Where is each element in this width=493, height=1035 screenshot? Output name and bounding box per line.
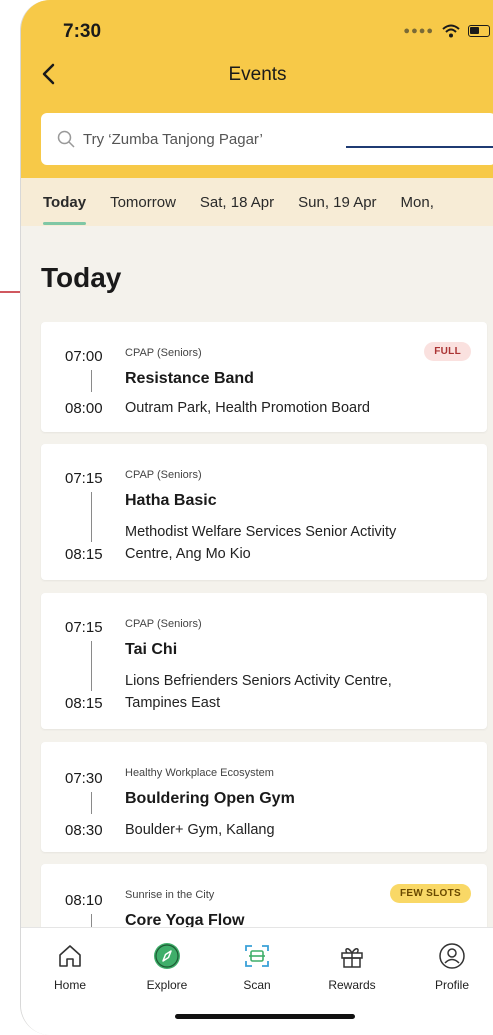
tab-sun-19-apr[interactable]: Sun, 19 Apr — [298, 194, 376, 211]
end-time: 08:30 — [65, 822, 103, 839]
search-input[interactable]: Try ‘Zumba Tanjong Pagar’ — [41, 113, 493, 165]
tab-sat-18-apr[interactable]: Sat, 18 Apr — [200, 194, 274, 211]
gift-icon — [341, 948, 363, 968]
nav-home[interactable]: Home — [35, 942, 105, 992]
tab-mon[interactable]: Mon, — [401, 194, 434, 211]
event-title: Resistance Band — [125, 370, 254, 387]
bottom-nav: Home Explore Scan Rewards Profile — [21, 927, 493, 1035]
event-location-line-2: Centre, Ang Mo Kio — [125, 546, 251, 562]
search-placeholder: Try ‘Zumba Tanjong Pagar’ — [83, 130, 263, 148]
event-location-line-1: Methodist Welfare Services Senior Activi… — [125, 524, 397, 540]
battery-icon — [468, 25, 490, 37]
event-organizer: CPAP (Seniors) — [125, 347, 202, 359]
time-divider — [91, 370, 92, 392]
time-divider — [91, 641, 92, 691]
nav-label: Profile — [434, 978, 469, 992]
status-time: 7:30 — [63, 21, 102, 42]
event-card[interactable]: 07:30 08:30 Healthy Workplace Ecosystem … — [41, 742, 487, 852]
phone-screen: 7:30 ●●●● Events Try ‘Zumba Tanjong Paga… — [20, 0, 493, 1035]
start-time: 07:15 — [65, 619, 103, 636]
search-underline — [346, 146, 493, 148]
nav-rewards[interactable]: Rewards — [317, 942, 387, 992]
home-indicator — [175, 1014, 355, 1019]
event-organizer: CPAP (Seniors) — [125, 618, 202, 630]
event-location: Boulder+ Gym, Kallang — [125, 822, 275, 838]
event-card[interactable]: 07:15 08:15 CPAP (Seniors) Hatha Basic M… — [41, 444, 487, 580]
event-title: Tai Chi — [125, 641, 178, 658]
nav-label: Explore — [146, 978, 188, 992]
event-location: Outram Park, Health Promotion Board — [125, 400, 370, 416]
start-time: 07:15 — [65, 470, 103, 487]
profile-icon — [439, 943, 465, 969]
home-icon — [59, 945, 81, 967]
nav-profile[interactable]: Profile — [417, 942, 487, 992]
event-organizer: Sunrise in the City — [125, 889, 215, 901]
end-time: 08:15 — [65, 546, 103, 563]
status-badge: FULL — [424, 342, 471, 361]
scan-icon — [245, 945, 269, 967]
event-title: Hatha Basic — [125, 492, 217, 509]
time-divider — [91, 792, 92, 814]
nav-label: Rewards — [328, 978, 376, 992]
start-time: 08:10 — [65, 892, 103, 909]
nav-scan[interactable]: Scan — [222, 942, 292, 992]
event-location-line-1: Lions Befrienders Seniors Activity Centr… — [125, 673, 392, 689]
end-time: 08:00 — [65, 400, 103, 417]
search-icon — [57, 130, 75, 148]
compass-icon — [154, 943, 180, 969]
event-card[interactable]: 07:00 08:00 CPAP (Seniors) FULL Resistan… — [41, 322, 487, 432]
app-header: 7:30 ●●●● Events — [21, 0, 493, 198]
section-heading: Today — [41, 262, 122, 293]
event-organizer: CPAP (Seniors) — [125, 469, 202, 481]
nav-label: Scan — [243, 978, 271, 992]
start-time: 07:30 — [65, 770, 103, 787]
status-icons: ●●●● — [403, 24, 490, 38]
end-time: 08:15 — [65, 695, 103, 712]
date-tabs: Today Tomorrow Sat, 18 Apr Sun, 19 Apr M… — [21, 178, 493, 226]
nav-explore[interactable]: Explore — [132, 942, 202, 992]
signal-icon: ●●●● — [403, 25, 434, 37]
event-card[interactable]: 07:15 08:15 CPAP (Seniors) Tai Chi Lions… — [41, 593, 487, 729]
time-divider — [91, 492, 92, 542]
status-badge: FEW SLOTS — [389, 884, 471, 903]
start-time: 07:00 — [65, 348, 103, 365]
event-organizer: Healthy Workplace Ecosystem — [125, 767, 274, 779]
page-title: Events — [228, 64, 287, 85]
tab-today[interactable]: Today — [43, 194, 87, 225]
nav-label: Home — [53, 978, 86, 992]
wifi-icon — [442, 24, 460, 38]
event-location-line-2: Tampines East — [125, 695, 221, 711]
event-title: Bouldering Open Gym — [125, 790, 295, 807]
tab-tomorrow[interactable]: Tomorrow — [110, 194, 176, 211]
